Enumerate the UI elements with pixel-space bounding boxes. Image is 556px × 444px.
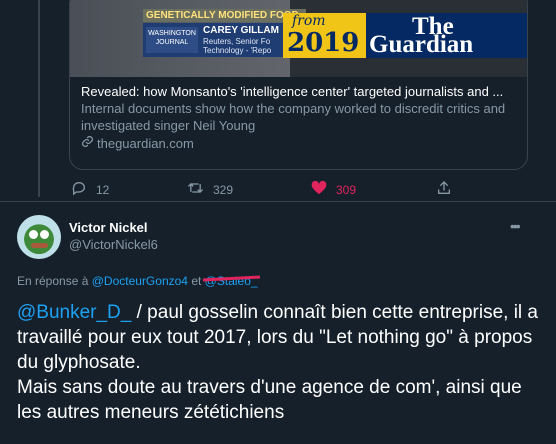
reply-context: En réponse à @DocteurGonzo4 et @Staleo_ xyxy=(17,274,258,288)
guardian-logo: The Guardian xyxy=(366,13,527,58)
like-count: 309 xyxy=(336,182,357,197)
anchor-description: Reuters, Senior Fo Technology - 'Repo xyxy=(203,37,272,55)
avatar[interactable] xyxy=(17,215,61,259)
lower-third: WASHINGTON JOURNAL CAREY GILLAM Reuters,… xyxy=(143,23,303,57)
from-word: from xyxy=(292,13,326,29)
retweet-icon xyxy=(187,180,204,200)
card-domain[interactable]: theguardian.com xyxy=(81,134,516,153)
tweet-paragraph-2: Mais sans doute au travers d'une agence … xyxy=(17,377,522,423)
from-year: 2019 xyxy=(287,28,360,58)
tweet-divider xyxy=(0,201,556,202)
tweet-mention[interactable]: @Bunker_D_ xyxy=(17,302,131,323)
like-button[interactable]: 309 xyxy=(311,180,356,199)
heart-icon xyxy=(311,180,327,199)
share-icon xyxy=(436,180,452,200)
reply-mention-1[interactable]: @DocteurGonzo4 xyxy=(92,274,188,288)
from-2019-badge: from 2019 xyxy=(283,13,366,58)
reply-button[interactable]: 12 xyxy=(71,180,109,200)
card-description: Internal documents show how the company … xyxy=(81,101,506,133)
link-icon xyxy=(81,134,94,153)
card-title[interactable]: Revealed: how Monsanto's 'intelligence c… xyxy=(81,83,516,100)
author-handle[interactable]: @VictorNickel6 xyxy=(69,237,158,252)
tweet-actions-bar: 12 329 309 xyxy=(69,178,479,198)
author-name[interactable]: Victor Nickel xyxy=(69,220,148,235)
card-image: GENETICALLY MODIFIED FOOD WASHINGTON JOU… xyxy=(70,0,527,77)
reply-icon xyxy=(71,180,87,200)
retweet-button[interactable]: 329 xyxy=(187,180,233,200)
link-preview-card[interactable]: GENETICALLY MODIFIED FOOD WASHINGTON JOU… xyxy=(69,0,528,170)
news-banner: GENETICALLY MODIFIED FOOD xyxy=(143,9,306,22)
more-icon[interactable]: ••• xyxy=(510,218,521,234)
washington-journal-logo: WASHINGTON JOURNAL xyxy=(146,27,198,53)
reply-mention-2[interactable]: @Staleo_ xyxy=(205,274,258,288)
anchor-name: CAREY GILLAM xyxy=(203,25,279,36)
retweet-count: 329 xyxy=(213,183,234,197)
reply-connector: et xyxy=(191,274,202,288)
reply-count: 12 xyxy=(96,183,110,197)
share-button[interactable] xyxy=(436,180,461,200)
thread-connector-line xyxy=(38,0,40,197)
reply-prefix: En réponse à xyxy=(17,274,89,288)
tweet-text: @Bunker_D_ / paul gosselin connaît bien … xyxy=(17,300,542,425)
tweet-paragraph-1: @Bunker_D_ / paul gosselin connaît bien … xyxy=(17,300,542,375)
